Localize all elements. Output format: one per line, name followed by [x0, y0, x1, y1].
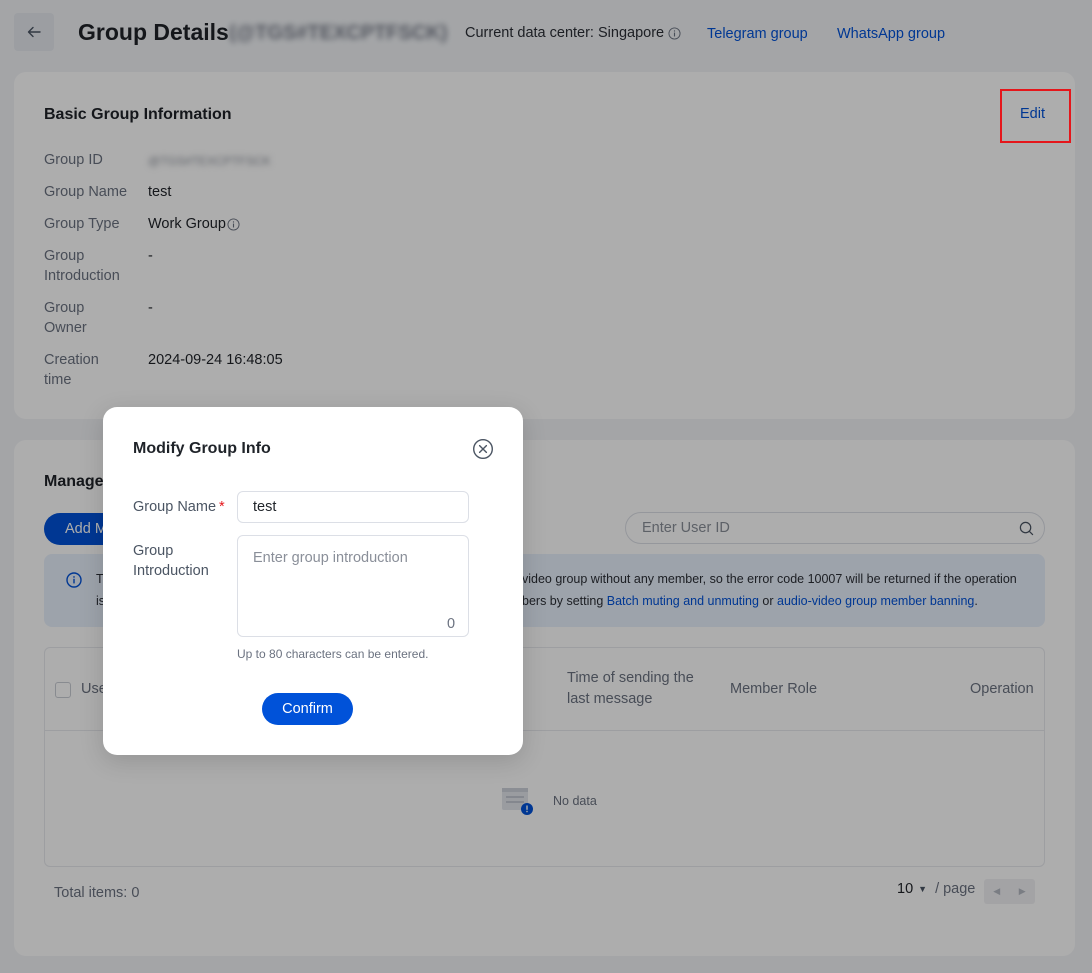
confirm-button[interactable]: Confirm	[262, 693, 353, 725]
group-name-label: Group Name *	[133, 497, 225, 517]
group-intro-textarea[interactable]	[237, 535, 469, 637]
edit-highlight-box	[1000, 89, 1071, 143]
group-intro-label: Group Introduction	[133, 543, 209, 579]
close-circle-icon	[472, 438, 494, 460]
required-mark: *	[219, 499, 225, 515]
group-name-label-text: Group Name	[133, 499, 217, 515]
modify-group-dialog: Modify Group Info Group Name* Group Intr…	[103, 407, 523, 755]
char-counter: 0	[447, 616, 456, 632]
dialog-title: Modify Group Info	[133, 440, 271, 457]
group-name-input[interactable]	[237, 491, 469, 523]
close-button[interactable]	[472, 438, 494, 460]
char-limit-hint: Up to 80 characters can be entered.	[237, 647, 429, 661]
page: Group Details (@TGS#TEXCPTFSCK) Current …	[0, 0, 1092, 973]
